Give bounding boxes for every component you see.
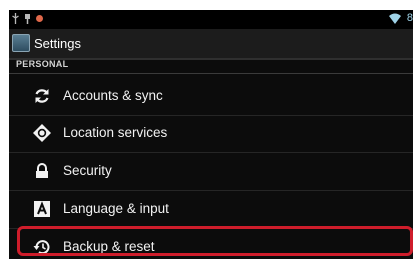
settings-item-label: Language & input [63,201,169,216]
settings-item-label: Location services [63,125,168,140]
settings-screen: 8 Settings PERSONAL Accounts & sync Loca… [0,0,413,259]
keyboard-a-icon [34,201,50,217]
screenshot-frame-top [0,0,413,10]
highlight-box [17,226,413,256]
usb-icon [25,14,30,24]
settings-item-language-input[interactable]: Language & input [9,191,413,229]
status-clock: 8 [406,12,413,24]
location-target-icon [33,124,51,142]
notification-dot-icon [36,15,43,22]
settings-item-label: Security [63,163,112,178]
sync-icon [35,89,49,103]
section-label: PERSONAL [16,59,69,69]
settings-item-label: Accounts & sync [63,88,163,103]
wifi-icon [389,13,401,24]
screenshot-frame-left [0,0,9,259]
section-header-personal: PERSONAL [9,59,413,74]
lock-icon [36,163,48,178]
app-title: Settings [34,36,81,51]
settings-item-security[interactable]: Security [9,153,413,191]
action-bar: Settings [9,29,413,60]
settings-item-accounts-sync[interactable]: Accounts & sync [9,78,413,116]
settings-item-location-services[interactable]: Location services [9,115,413,153]
settings-app-icon[interactable] [12,34,30,52]
usb-debug-icon [12,13,19,24]
status-bar: 8 [9,10,413,29]
